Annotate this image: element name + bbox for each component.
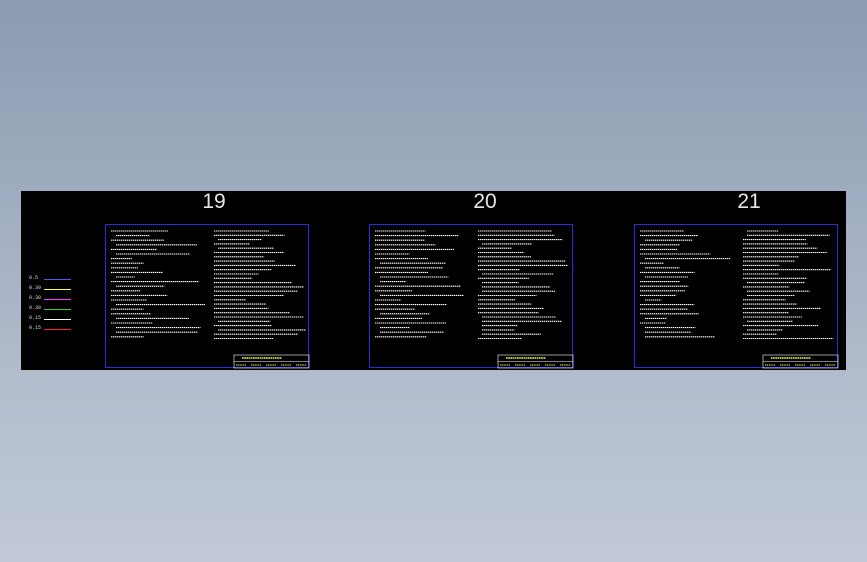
sheet-text-lines: [375, 230, 574, 369]
legend-label: 0.30: [29, 285, 42, 291]
legend-line: [44, 309, 71, 310]
drawing-sheet-19[interactable]: [105, 224, 310, 369]
legend-label: 0.5: [29, 275, 39, 281]
sheet-text-lines: [111, 230, 310, 369]
legend-label: 0.15: [29, 315, 42, 321]
drawing-sheet-21[interactable]: [634, 224, 839, 369]
legend-line: [44, 289, 71, 290]
sheet-text-lines: [640, 230, 839, 369]
legend-label: 0.30: [29, 305, 42, 311]
legend-line: [44, 279, 71, 280]
drawing-sheet-20[interactable]: [369, 224, 574, 369]
legend-label: 0.30: [29, 295, 42, 301]
legend-label: 0.15: [29, 325, 42, 331]
drawing-viewport[interactable]: 0.5 0.30 0.30 0.30 0.15 0.15 19 20 21: [21, 191, 846, 370]
legend-line: [44, 329, 71, 330]
legend-line: [44, 299, 71, 300]
sheet-number-19: 19: [202, 190, 226, 213]
legend-line: [44, 319, 71, 320]
sheet-number-20: 20: [473, 190, 497, 213]
sheet-number-21: 21: [737, 190, 761, 213]
